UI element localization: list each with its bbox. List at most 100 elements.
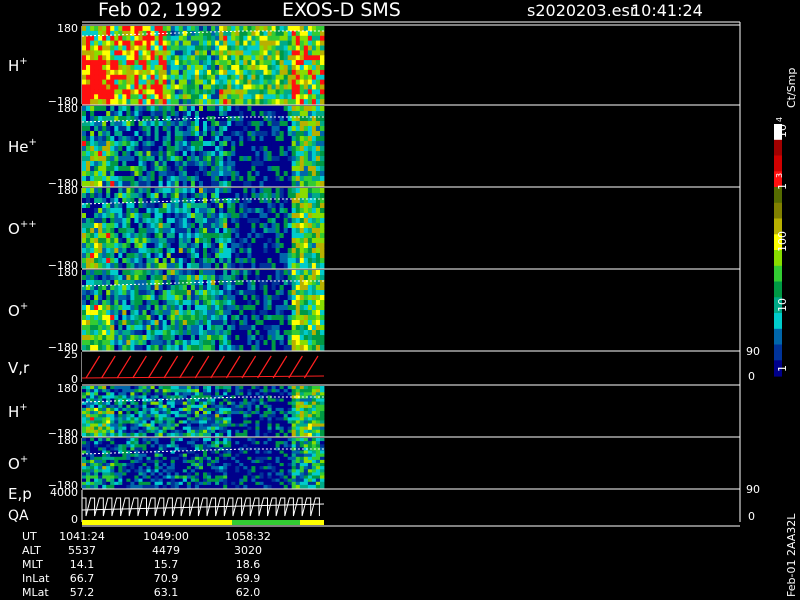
spectrogram-cell (106, 475, 111, 479)
spectrogram-cell (227, 340, 232, 346)
spectrogram-cell (98, 176, 103, 182)
spectrogram-cell (267, 335, 272, 341)
spectrogram-cell (291, 171, 297, 177)
spectrogram-cell (259, 55, 264, 61)
spectrogram-cell (174, 171, 180, 177)
spectrogram-cell (235, 106, 240, 112)
spectrogram-cell (170, 74, 176, 81)
spectrogram-cell (90, 69, 95, 76)
spectrogram-cell (251, 414, 256, 418)
spectrogram-cell (227, 188, 232, 194)
spectrogram-cell (142, 35, 147, 42)
spectrogram-cell (223, 429, 228, 434)
spectrogram-cell (223, 295, 228, 301)
spectrogram-cell (287, 270, 293, 276)
spectrogram-cell (186, 203, 192, 209)
spectrogram-cell (150, 208, 155, 214)
spectrogram-cell (287, 420, 293, 424)
spectrogram-cell (227, 136, 232, 142)
spectrogram-cell (231, 243, 236, 249)
spectrogram-cell (178, 432, 184, 437)
spectrogram-cell (215, 166, 220, 172)
spectrogram-cell (211, 45, 216, 51)
spectrogram-cell (134, 305, 139, 311)
spectrogram-cell (307, 389, 313, 393)
spectrogram-cell (154, 208, 159, 214)
spectrogram-cell (307, 218, 313, 224)
spectrogram-cell (211, 84, 216, 90)
spectrogram-cell (275, 111, 280, 117)
spectrogram-cell (311, 146, 317, 152)
spectrogram-cell (150, 392, 155, 396)
spectrogram-cell (134, 243, 139, 249)
spectrogram-cell (235, 414, 240, 418)
spectrogram-cell (86, 74, 91, 81)
spectrogram-cell (138, 50, 143, 56)
spectrogram-cell (320, 233, 325, 239)
spectrogram-cell (150, 417, 155, 421)
spectrogram-cell (291, 340, 297, 346)
spectrogram-cell (106, 386, 111, 390)
spectrogram-cell (287, 275, 293, 281)
spectrogram-cell (267, 248, 272, 254)
spectrogram-cell (134, 386, 139, 390)
spectrogram-cell (283, 295, 289, 301)
spectrogram-cell (247, 398, 252, 402)
spectrogram-cell (134, 411, 139, 415)
spectrogram-cell (94, 79, 99, 85)
spectrogram-cell (186, 253, 192, 259)
spectrogram-cell (114, 253, 119, 259)
spectrogram-cell (170, 213, 176, 219)
spectrogram-cell (106, 198, 111, 204)
spectrogram-cell (174, 106, 180, 112)
spectrogram-cell (122, 193, 127, 199)
spectrogram-cell (199, 30, 204, 37)
spectrogram-cell (146, 404, 151, 409)
spectrogram-cell (170, 315, 176, 321)
spectrogram-cell (94, 89, 99, 95)
spectrogram-cell (82, 472, 87, 476)
spectrogram-cell (142, 335, 147, 341)
spectrogram-cell (158, 99, 163, 105)
spectrogram-cell (307, 69, 313, 76)
spectrogram-cell (194, 233, 200, 239)
spectrogram-cell (287, 233, 293, 239)
spectrogram-cell (239, 126, 244, 132)
spectrogram-cell (259, 84, 264, 90)
spectrogram-cell (203, 300, 208, 306)
spectrogram-cell (203, 315, 208, 321)
spectrogram-cell (311, 121, 317, 127)
spectrogram-cell (291, 392, 297, 396)
spectrogram-cell (118, 45, 123, 51)
spectrogram-cell (279, 423, 284, 427)
spectrogram-cell (320, 203, 325, 209)
spectrogram-cell (263, 176, 268, 182)
spectrogram-cell (118, 30, 123, 37)
spectrogram-cell (122, 233, 127, 239)
spectrogram-cell (211, 392, 216, 396)
spectrogram-cell (130, 243, 135, 249)
spectrogram-cell (287, 171, 293, 177)
spectrogram-cell (94, 444, 99, 448)
spectrogram-cell (86, 141, 91, 147)
spectrogram-cell (162, 275, 168, 281)
spectrogram-cell (162, 300, 168, 306)
spectrogram-cell (98, 84, 103, 90)
spectrogram-cell (275, 176, 280, 182)
spectrogram-cell (267, 285, 272, 291)
spectrogram-cell (114, 463, 119, 467)
spectrogram-cell (134, 330, 139, 336)
spectrogram-cell (170, 171, 176, 177)
spectrogram-cell (178, 121, 184, 127)
spectrogram-cell (94, 345, 99, 351)
spectrogram-cell (114, 131, 119, 137)
spectrogram-cell (150, 386, 155, 390)
spectrogram-cell (231, 161, 236, 167)
spectrogram-cell (223, 121, 228, 127)
spectrogram-cell (190, 151, 196, 157)
spectrogram-cell (106, 243, 111, 249)
spectrogram-cell (82, 475, 87, 479)
spectrogram-cell (211, 65, 216, 71)
spectrogram-cell (102, 478, 107, 483)
spectrogram-cell (267, 141, 272, 147)
